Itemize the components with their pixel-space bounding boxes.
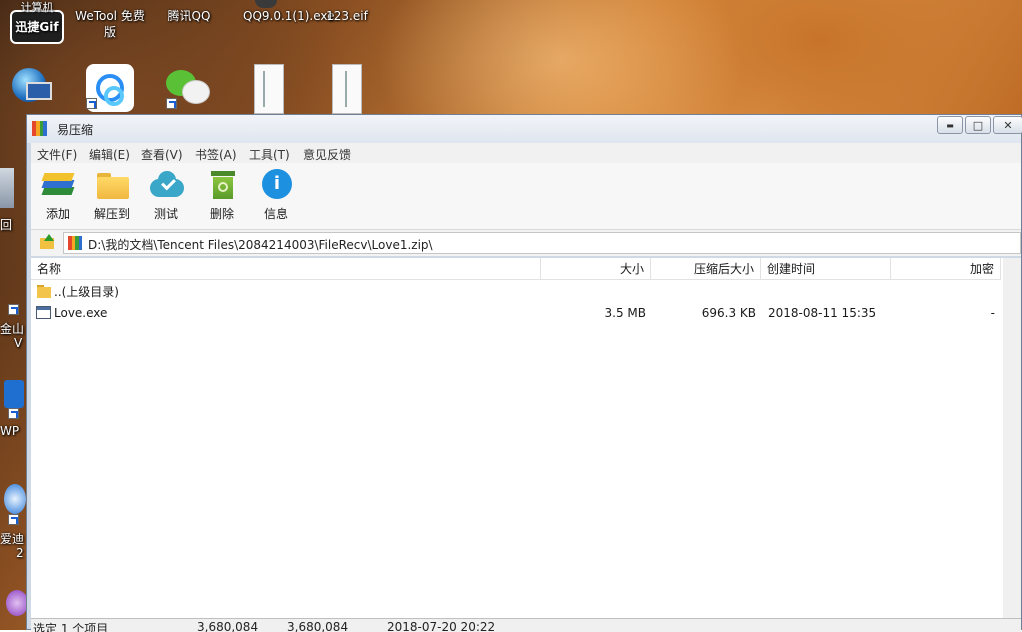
desktop-edge-label: WP	[0, 424, 20, 438]
extract-to-label: 解压到	[93, 207, 130, 221]
folder-icon	[95, 169, 129, 201]
menu-bar: 文件(F) 编辑(E) 查看(V) 书签(A) 工具(T) 意见反馈	[31, 143, 1021, 163]
path-field[interactable]: D:\我的文档\Tencent Files\2084214003\FileRec…	[63, 232, 1021, 254]
shortcut-arrow-icon	[166, 98, 177, 109]
status-packed-size: 3,680,084	[287, 620, 349, 632]
menu-tools[interactable]: 工具(T)	[249, 146, 290, 163]
status-date: 2018-07-20 20:22	[387, 620, 496, 632]
column-header-name[interactable]: 名称	[31, 258, 541, 280]
desktop-icon-label: 迅捷Gif	[15, 20, 59, 34]
column-header-packed-size[interactable]: 压缩后大小	[651, 258, 761, 280]
app-icon	[32, 121, 47, 136]
column-header-created[interactable]: 创建时间	[761, 258, 891, 280]
delete-button[interactable]: 删除	[195, 169, 249, 222]
desktop-edge-label: 2	[16, 546, 24, 560]
wechat-icon[interactable]	[164, 66, 212, 112]
shortcut-arrow-icon	[8, 304, 19, 315]
desktop-icon-label: WeTool 免费版	[75, 9, 145, 39]
books-icon	[41, 169, 75, 201]
desktop-edge-icon[interactable]	[0, 168, 14, 208]
cloud-check-icon	[149, 169, 184, 201]
wps-icon[interactable]	[4, 380, 24, 408]
purple-app-icon[interactable]	[6, 590, 28, 616]
desktop-icon-label: 腾讯QQ	[167, 9, 211, 23]
title-bar[interactable]: 易压缩 ▬ □ ✕	[27, 115, 1022, 143]
column-header-encrypted[interactable]: 加密	[891, 258, 1001, 280]
info-button[interactable]: i 信息	[249, 169, 303, 222]
shortcut-arrow-icon	[8, 408, 19, 419]
close-button[interactable]: ✕	[993, 116, 1022, 134]
file-encrypted: -	[990, 306, 995, 320]
desktop-edge-label: 爱迪	[0, 532, 25, 546]
shortcut-arrow-icon	[8, 514, 19, 525]
maximize-button[interactable]: □	[965, 116, 991, 134]
window-controls: ▬ □ ✕	[935, 116, 1022, 134]
file-name: Love.exe	[54, 306, 108, 320]
info-label: 信息	[263, 207, 288, 221]
status-selection: 选定 1 个项目	[33, 622, 109, 632]
desktop-icon-sublabel: 计算机	[20, 1, 54, 14]
document-thumbnail-icon[interactable]	[254, 64, 284, 114]
menu-view[interactable]: 查看(V)	[141, 146, 183, 163]
list-item[interactable]: ..(上级目录)	[31, 282, 1003, 302]
menu-edit[interactable]: 编辑(E)	[89, 146, 130, 163]
baidu-netdisk-icon[interactable]	[86, 64, 134, 112]
menu-feedback[interactable]: 意见反馈	[303, 146, 351, 163]
toolbar: 添加 解压到 测试 删除 i 信息	[31, 163, 1021, 230]
vertical-scrollbar[interactable]	[1003, 258, 1021, 618]
desktop-edge-label: V	[14, 336, 23, 350]
document-thumbnail-icon[interactable]	[332, 64, 362, 114]
desktop-icon-123-eif[interactable]: 123.eif	[308, 8, 386, 24]
desktop-icon-wetool[interactable]: WeTool 免费版	[70, 8, 148, 40]
desktop-icon-label: QQ9.0.1(1).exe	[243, 9, 335, 23]
archive-window: 易压缩 ▬ □ ✕ 文件(F) 编辑(E) 查看(V) 书签(A) 工具(T) …	[26, 114, 1022, 632]
address-bar: D:\我的文档\Tencent Files\2084214003\FileRec…	[31, 230, 1021, 256]
desktop-icon-tencent-qq[interactable]: 腾讯QQ	[150, 8, 228, 24]
status-size: 3,680,084	[197, 620, 259, 632]
file-name: ..(上级目录)	[54, 285, 119, 299]
desktop-icon-qq-installer[interactable]: QQ9.0.1(1).exe	[228, 0, 335, 24]
exe-icon	[36, 306, 51, 319]
desktop-edge-label: 回	[0, 218, 13, 232]
recycle-bin-icon	[205, 169, 239, 201]
minimize-button[interactable]: ▬	[937, 116, 963, 134]
add-label: 添加	[45, 207, 70, 221]
file-list: 名称 大小 压缩后大小 创建时间 加密 ..(上级目录) Love.exe 3.…	[31, 258, 1003, 618]
menu-file[interactable]: 文件(F)	[37, 146, 77, 163]
qq-installer-icon	[255, 0, 277, 8]
window-title: 易压缩	[57, 123, 94, 137]
test-button[interactable]: 测试	[139, 169, 193, 222]
desktop-icon-label: 123.eif	[326, 9, 368, 23]
path-text: D:\我的文档\Tencent Files\2084214003\FileRec…	[88, 238, 433, 252]
archive-icon	[68, 236, 82, 250]
extract-to-button[interactable]: 解压到	[85, 169, 139, 222]
file-packed-size: 696.3 KB	[701, 306, 756, 320]
file-size: 3.5 MB	[604, 306, 646, 320]
menu-bookmarks[interactable]: 书签(A)	[195, 146, 237, 163]
network-computer-icon[interactable]	[8, 66, 54, 110]
test-label: 测试	[153, 207, 178, 221]
up-folder-icon[interactable]	[39, 234, 55, 250]
delete-label: 删除	[209, 207, 234, 221]
file-created: 2018-08-11 15:35	[768, 306, 877, 320]
add-button[interactable]: 添加	[31, 169, 85, 222]
column-header-size[interactable]: 大小	[541, 258, 651, 280]
folder-up-icon	[37, 285, 51, 298]
xunjie-gif-icon: 计算机 迅捷Gif	[10, 1, 64, 44]
desktop-edge-label: 金山	[0, 322, 25, 336]
list-item[interactable]: Love.exe 3.5 MB 696.3 KB 2018-08-11 15:3…	[31, 303, 1003, 323]
shortcut-arrow-icon	[86, 98, 97, 109]
info-icon: i	[259, 169, 293, 201]
iqiyi-icon[interactable]	[4, 484, 26, 514]
